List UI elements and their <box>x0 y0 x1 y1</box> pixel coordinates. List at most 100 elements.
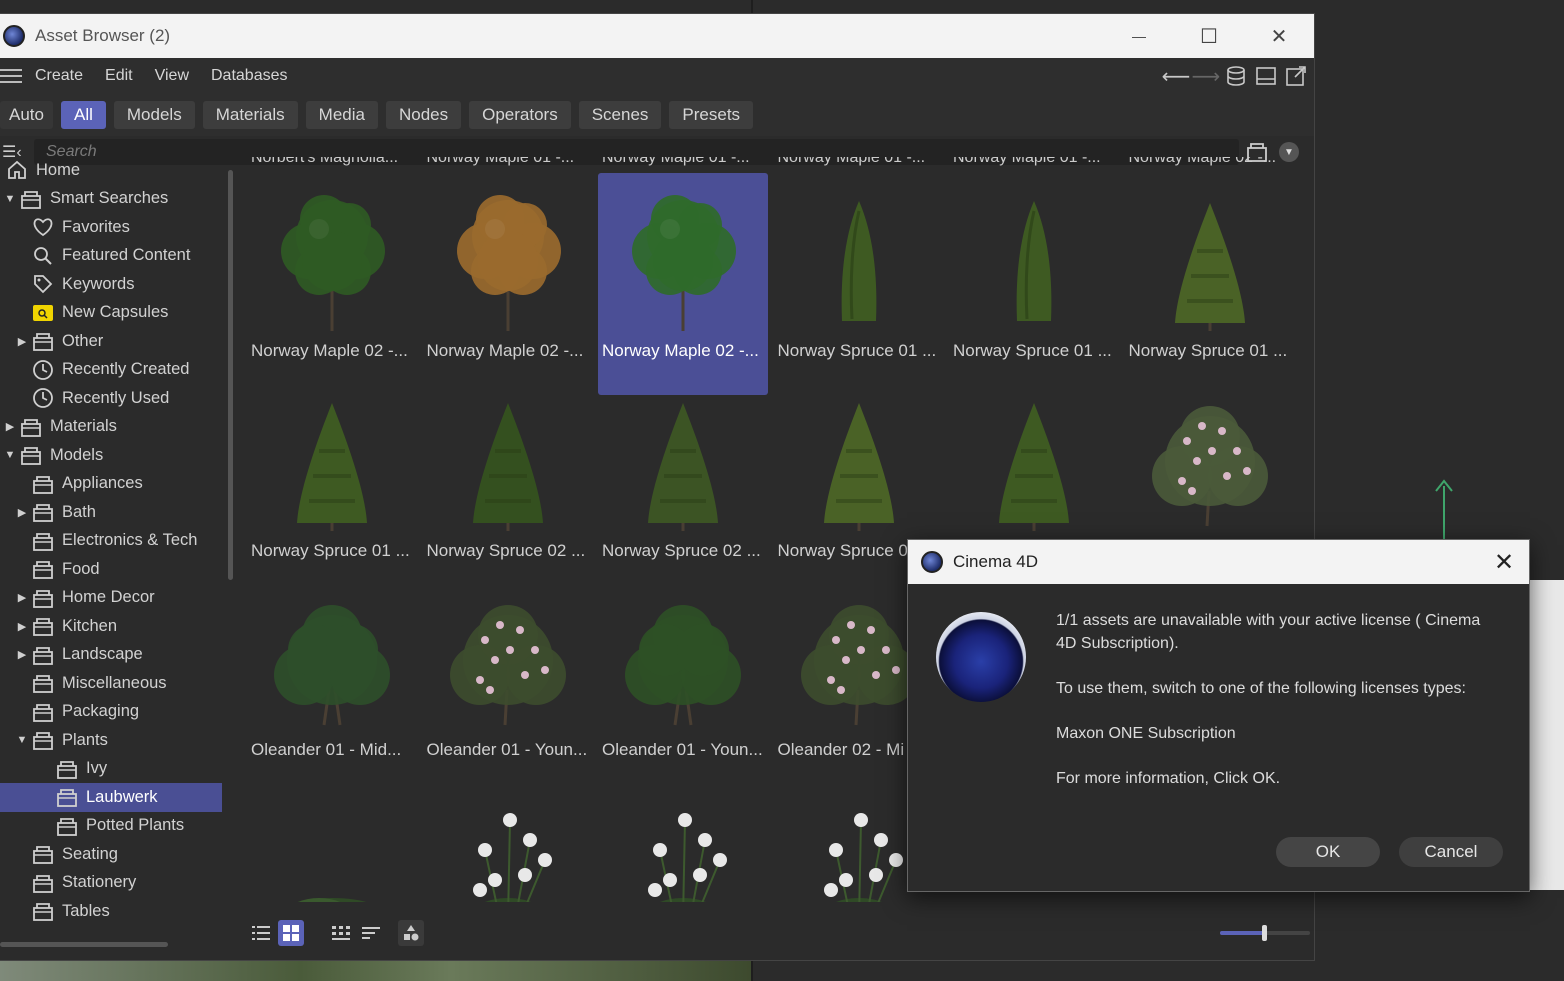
database-icon[interactable] <box>1224 64 1248 88</box>
sidebar-item-home[interactable]: Home <box>0 156 222 185</box>
filter-all[interactable]: All <box>60 101 106 129</box>
expand-arrow-icon[interactable]: ▼ <box>16 734 28 746</box>
expand-arrow-icon[interactable]: ▼ <box>4 449 16 461</box>
folder-icon <box>32 673 54 694</box>
ok-button[interactable]: OK <box>1276 837 1380 867</box>
asset-tile[interactable] <box>420 772 596 902</box>
asset-tile[interactable]: Norway Maple 02 -... <box>244 173 420 373</box>
asset-tile[interactable]: Oleander 01 - Youn... <box>595 572 771 772</box>
y-axis-arrow-icon[interactable] <box>1434 478 1454 492</box>
sidebar-item-electronics-tech[interactable]: Electronics & Tech <box>0 527 222 556</box>
collapse-arrow-icon[interactable]: ▶ <box>16 648 28 661</box>
sidebar-item-laubwerk[interactable]: Laubwerk <box>0 783 222 812</box>
asset-tile[interactable] <box>244 772 420 902</box>
close-icon: ✕ <box>1270 25 1288 48</box>
grid-view-icon[interactable] <box>278 920 304 946</box>
menu-databases[interactable]: Databases <box>211 67 288 85</box>
filter-scenes[interactable]: Scenes <box>578 101 662 129</box>
menu-edit[interactable]: Edit <box>105 67 133 85</box>
asset-tile[interactable]: Norway Spruce 01 ... <box>244 373 420 573</box>
sidebar-item-packaging[interactable]: Packaging <box>0 698 222 727</box>
hamburger-menu-icon[interactable] <box>0 69 22 83</box>
filter-nodes[interactable]: Nodes <box>385 101 462 129</box>
sidebar-item-appliances[interactable]: Appliances <box>0 470 222 499</box>
sidebar-item-label: Packaging <box>62 702 140 721</box>
asset-tile[interactable]: Norway Spruce 01 ... <box>1122 173 1298 373</box>
cancel-button[interactable]: Cancel <box>1399 837 1503 867</box>
asset-label: Oleander 01 - Youn... <box>602 740 763 759</box>
dialog-close-icon[interactable]: ✕ <box>1479 548 1529 577</box>
sidebar-item-label: Recently Used <box>62 388 170 407</box>
filter-presets[interactable]: Presets <box>669 101 754 129</box>
sidebar-item-ivy[interactable]: Ivy <box>0 755 222 784</box>
sidebar-item-potted-plants[interactable]: Potted Plants <box>0 812 222 841</box>
collapse-arrow-icon[interactable]: ▶ <box>16 591 28 604</box>
filter-operators[interactable]: Operators <box>469 101 571 129</box>
collapse-arrow-icon[interactable]: ▶ <box>16 335 28 348</box>
sidebar-item-recently-created[interactable]: Recently Created <box>0 356 222 385</box>
sidebar-scrollbar[interactable] <box>228 170 233 580</box>
minimize-button[interactable]: — <box>1104 14 1174 58</box>
asset-tile[interactable]: Norway Spruce 01 ... <box>946 173 1122 373</box>
back-arrow-icon[interactable]: ⟵ <box>1162 64 1191 88</box>
sidebar-item-tables[interactable]: Tables <box>0 897 222 923</box>
asset-tile[interactable]: Oleander 01 - Youn... <box>420 572 596 772</box>
expand-arrow-icon[interactable]: ▼ <box>4 193 16 205</box>
sidebar-item-label: Bath <box>62 502 96 521</box>
zoom-slider-knob[interactable] <box>1262 925 1267 941</box>
asset-tile[interactable] <box>595 772 771 902</box>
collapse-arrow-icon[interactable]: ▶ <box>16 506 28 519</box>
sidebar-item-food[interactable]: Food <box>0 555 222 584</box>
filter-models[interactable]: Models <box>113 101 195 129</box>
sidebar-item-home-decor[interactable]: ▶ Home Decor <box>0 584 222 613</box>
sidebar-item-featured-content[interactable]: Featured Content <box>0 242 222 271</box>
sidebar-item-materials[interactable]: ▶ Materials <box>0 413 222 442</box>
sidebar-item-other[interactable]: ▶ Other <box>0 327 222 356</box>
sidebar-item-plants[interactable]: ▼ Plants <box>0 726 222 755</box>
sort-icon[interactable] <box>358 920 384 946</box>
sidebar-item-label: Materials <box>50 417 117 436</box>
sidebar-item-kitchen[interactable]: ▶ Kitchen <box>0 612 222 641</box>
sidebar-horizontal-scrollbar[interactable] <box>0 942 168 947</box>
shapes-icon[interactable] <box>398 920 424 946</box>
sidebar-item-recently-used[interactable]: Recently Used <box>0 384 222 413</box>
sidebar-item-bath[interactable]: ▶ Bath <box>0 498 222 527</box>
sidebar-item-label: Recently Created <box>62 360 190 379</box>
asset-tile[interactable]: Norway Spruce 02 ... <box>595 373 771 573</box>
menu-view[interactable]: View <box>155 67 189 85</box>
maximize-button[interactable]: ☐ <box>1174 14 1244 58</box>
y-axis-handle[interactable] <box>1443 486 1445 546</box>
cinema4d-large-logo-icon <box>936 612 1026 702</box>
sidebar-item-keywords[interactable]: Keywords <box>0 270 222 299</box>
asset-tile[interactable]: Oleander 01 - Mid... <box>244 572 420 772</box>
filter-media[interactable]: Media <box>305 101 378 129</box>
small-grid-icon[interactable] <box>328 920 354 946</box>
close-button[interactable]: ✕ <box>1244 14 1314 58</box>
capsule-icon <box>32 303 54 323</box>
collapse-arrow-icon[interactable]: ▶ <box>16 620 28 633</box>
asset-thumbnail <box>776 381 942 539</box>
zoom-slider[interactable] <box>1220 925 1310 941</box>
filter-materials[interactable]: Materials <box>202 101 298 129</box>
sidebar-item-seating[interactable]: Seating <box>0 840 222 869</box>
asset-tile[interactable]: Norway Maple 02 -... <box>595 173 771 395</box>
sidebar-item-new-capsules[interactable]: New Capsules <box>0 299 222 328</box>
sidebar-item-smart-searches[interactable]: ▼ Smart Searches <box>0 185 222 214</box>
collapse-arrow-icon[interactable]: ▶ <box>4 420 16 433</box>
panel-layout-icon[interactable] <box>1254 64 1278 88</box>
asset-tile[interactable]: Norway Maple 02 -... <box>420 173 596 373</box>
dialog-titlebar: Cinema 4D ✕ <box>908 540 1529 584</box>
sidebar-item-stationery[interactable]: Stationery <box>0 869 222 898</box>
forward-arrow-icon[interactable]: ⟶ <box>1192 64 1221 88</box>
asset-tile[interactable]: Norway Spruce 02 ... <box>420 373 596 573</box>
sidebar-item-landscape[interactable]: ▶ Landscape <box>0 641 222 670</box>
sidebar-item-miscellaneous[interactable]: Miscellaneous <box>0 669 222 698</box>
sidebar-item-models[interactable]: ▼ Models <box>0 441 222 470</box>
dialog-message-line2: To use them, switch to one of the follow… <box>1056 680 1466 697</box>
list-view-icon[interactable] <box>248 920 274 946</box>
sidebar-item-favorites[interactable]: Favorites <box>0 213 222 242</box>
open-external-icon[interactable] <box>1284 64 1308 88</box>
asset-tile[interactable]: Norway Spruce 01 ... <box>771 173 947 373</box>
menu-create[interactable]: Create <box>35 67 83 85</box>
filter-auto[interactable]: Auto <box>0 101 53 129</box>
